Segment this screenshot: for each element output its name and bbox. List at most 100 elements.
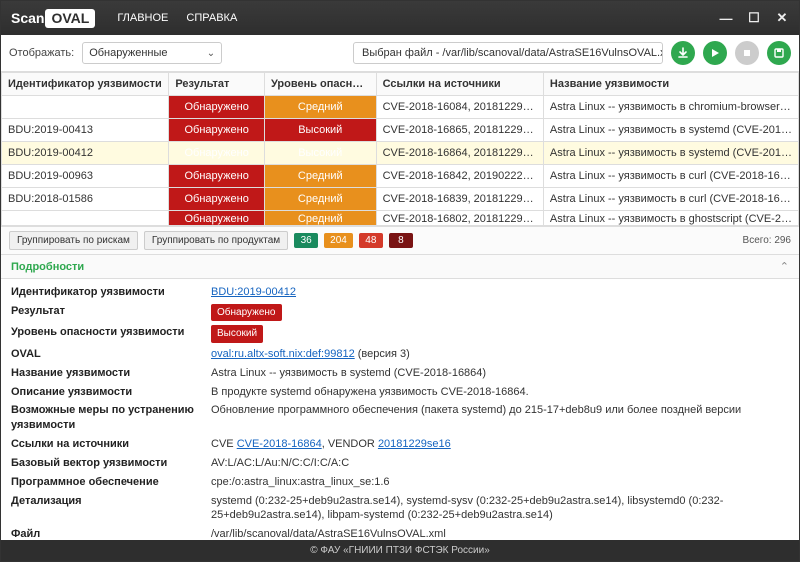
detail-detail-value: systemd (0:232-25+deb9u2astra.se14), sys… — [211, 494, 789, 524]
col-links[interactable]: Ссылки на источники — [376, 73, 543, 96]
chevron-down-icon: ⌄ — [207, 48, 215, 59]
window-controls: — ☐ ✕ — [719, 10, 789, 26]
cell-result: Обнаружено — [169, 211, 265, 226]
table-row[interactable]: BDU:2018-01586ОбнаруженоСреднийCVE-2018-… — [2, 188, 799, 211]
detail-oval-link[interactable]: oval:ru.altx-soft.nix:def:99812 — [211, 348, 355, 360]
col-id[interactable]: Идентификатор уязвимости — [2, 73, 169, 96]
download-button[interactable] — [671, 41, 695, 65]
detail-software-value: cpe:/o:astra_linux:astra_linux_se:1.6 — [211, 475, 789, 490]
count-badge-medium[interactable]: 204 — [324, 233, 353, 248]
cell-name: Astra Linux -- уязвимость в ghostscript … — [543, 211, 798, 226]
save-button[interactable] — [767, 41, 791, 65]
table-row[interactable]: BDU:2019-00412ОбнаруженоВысокийCVE-2018-… — [2, 142, 799, 165]
menu-help[interactable]: СПРАВКА — [186, 12, 237, 24]
cve-link[interactable]: CVE-2018-16864 — [237, 438, 322, 450]
cell-id: BDU:2019-00413 — [2, 119, 169, 142]
detail-desc-key: Описание уязвимости — [11, 385, 211, 400]
file-path-display: Выбран файл - /var/lib/scanoval/data/Ast… — [353, 42, 663, 64]
detail-fix-value: Обновление программного обеспечения (пак… — [211, 403, 789, 418]
group-bar: Группировать по рискам Группировать по п… — [1, 226, 799, 255]
titlebar: ScanOVAL ГЛАВНОЕ СПРАВКА — ☐ ✕ — [1, 1, 799, 35]
detail-id-link[interactable]: BDU:2019-00412 — [211, 286, 296, 298]
logo-text-a: Scan — [11, 10, 44, 26]
detail-oval-key: OVAL — [11, 347, 211, 362]
play-button[interactable] — [703, 41, 727, 65]
table-row[interactable]: BDU:2019-00413ОбнаруженоВысокийCVE-2018-… — [2, 119, 799, 142]
app-logo: ScanOVAL — [11, 10, 95, 26]
cell-result: Обнаружено — [169, 188, 265, 211]
cell-name: Astra Linux -- уязвимость в systemd (CVE… — [543, 142, 798, 165]
col-severity[interactable]: Уровень опасности — [264, 73, 376, 96]
cell-id — [2, 96, 169, 119]
detail-desc-value: В продукте systemd обнаружена уязвимость… — [211, 385, 789, 400]
table-header-row: Идентификатор уязвимости Результат Урове… — [2, 73, 799, 96]
detail-oval-suffix: (версия 3) — [355, 348, 410, 360]
cell-result: Обнаружено — [169, 142, 265, 165]
cell-severity: Высокий — [264, 142, 376, 165]
display-filter-value: Обнаруженные — [89, 47, 167, 59]
group-by-product-button[interactable]: Группировать по продуктам — [144, 231, 288, 250]
cell-links: CVE-2018-16842, 20190222se... — [376, 165, 543, 188]
detail-severity-badge: Высокий — [211, 325, 263, 343]
detail-detail-key: Детализация — [11, 494, 211, 509]
cell-name: Astra Linux -- уязвимость в systemd (CVE… — [543, 119, 798, 142]
cell-links: CVE-2018-16865, 20181229se... — [376, 119, 543, 142]
cell-id: BDU:2018-01586 — [2, 188, 169, 211]
detail-severity-key: Уровень опасности уязвимости — [11, 325, 211, 340]
logo-text-b: OVAL — [45, 9, 95, 28]
count-badge-low[interactable]: 36 — [294, 233, 318, 248]
cell-name: Astra Linux -- уязвимость в chromium-bro… — [543, 96, 798, 119]
maximize-icon[interactable]: ☐ — [747, 10, 761, 26]
detail-result-badge: Обнаружено — [211, 304, 282, 322]
app-window: ScanOVAL ГЛАВНОЕ СПРАВКА — ☐ ✕ Отображат… — [0, 0, 800, 562]
cell-name: Astra Linux -- уязвимость в curl (CVE-20… — [543, 188, 798, 211]
details-panel: Идентификатор уязвимостиBDU:2019-00412 Р… — [1, 279, 799, 540]
detail-name-key: Название уязвимости — [11, 366, 211, 381]
count-badge-high[interactable]: 48 — [359, 233, 383, 248]
display-filter-dropdown[interactable]: Обнаруженные ⌄ — [82, 42, 222, 64]
detail-id-key: Идентификатор уязвимости — [11, 285, 211, 300]
detail-vector-key: Базовый вектор уязвимости — [11, 456, 211, 471]
col-result[interactable]: Результат — [169, 73, 265, 96]
table-row[interactable]: ОбнаруженоСреднийCVE-2018-16084, 2018122… — [2, 96, 799, 119]
detail-file-value: /var/lib/scanoval/data/AstraSE16VulnsOVA… — [211, 527, 789, 540]
col-name[interactable]: Название уязвимости — [543, 73, 798, 96]
detail-fix-key: Возможные меры по устранению уязвимости — [11, 403, 211, 433]
cell-id — [2, 211, 169, 226]
cell-links: CVE-2018-16839, 20181229se... — [376, 188, 543, 211]
cell-id: BDU:2019-00412 — [2, 142, 169, 165]
details-header[interactable]: Подробности ⌃ — [1, 255, 799, 279]
total-label: Всего: 296 — [743, 235, 791, 246]
table-row[interactable]: ОбнаруженоСреднийCVE-2018-16802, 2018122… — [2, 211, 799, 226]
detail-vector-value: AV:L/AC:L/Au:N/C:C/I:C/A:C — [211, 456, 789, 471]
cell-name: Astra Linux -- уязвимость в curl (CVE-20… — [543, 165, 798, 188]
toolbar: Отображать: Обнаруженные ⌄ Выбран файл -… — [1, 35, 799, 72]
vendor-link[interactable]: 20181229se16 — [378, 438, 451, 450]
cell-links: CVE-2018-16864, 20181229se... — [376, 142, 543, 165]
cell-severity: Средний — [264, 96, 376, 119]
cell-result: Обнаружено — [169, 96, 265, 119]
cell-severity: Высокий — [264, 119, 376, 142]
detail-software-key: Программное обеспечение — [11, 475, 211, 490]
cell-links: CVE-2018-16084, 20181229se... — [376, 96, 543, 119]
cell-result: Обнаружено — [169, 119, 265, 142]
detail-name-value: Astra Linux -- уязвимость в systemd (CVE… — [211, 366, 789, 381]
close-icon[interactable]: ✕ — [775, 10, 789, 26]
cell-severity: Средний — [264, 211, 376, 226]
table-row[interactable]: BDU:2019-00963ОбнаруженоСреднийCVE-2018-… — [2, 165, 799, 188]
vuln-table: Идентификатор уязвимости Результат Урове… — [1, 72, 799, 226]
detail-file-key: Файл — [11, 527, 211, 540]
main-menu: ГЛАВНОЕ СПРАВКА — [117, 12, 237, 24]
detail-links-key: Ссылки на источники — [11, 437, 211, 452]
detail-result-key: Результат — [11, 304, 211, 319]
chevron-up-icon[interactable]: ⌃ — [780, 260, 789, 273]
cell-id: BDU:2019-00963 — [2, 165, 169, 188]
details-title: Подробности — [11, 261, 84, 273]
menu-main[interactable]: ГЛАВНОЕ — [117, 12, 168, 24]
stop-button — [735, 41, 759, 65]
footer: © ФАУ «ГНИИИ ПТЗИ ФСТЭК России» — [1, 540, 799, 561]
count-badge-critical[interactable]: 8 — [389, 233, 413, 248]
minimize-icon[interactable]: — — [719, 11, 733, 26]
group-by-risk-button[interactable]: Группировать по рискам — [9, 231, 138, 250]
cell-severity: Средний — [264, 165, 376, 188]
